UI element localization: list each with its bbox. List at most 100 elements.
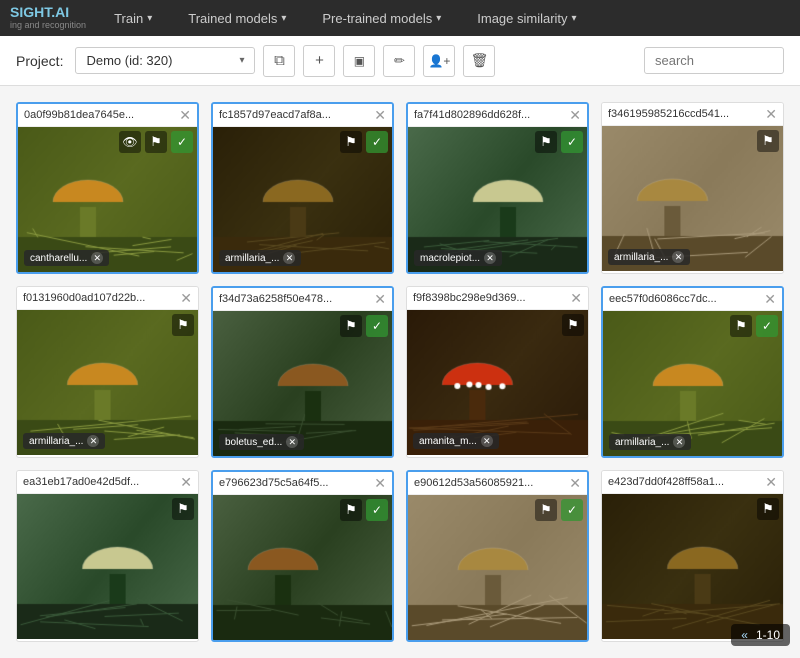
close-icon[interactable]: ✕ <box>569 476 581 490</box>
close-icon[interactable]: ✕ <box>374 476 386 490</box>
image-card: e796623d75c5a64f5...✕⚑✓ <box>211 470 394 642</box>
label-remove-icon[interactable]: ✕ <box>481 435 493 447</box>
label-text: armillaria_... <box>225 253 279 264</box>
image-card: eec57f0d6086cc7dc...✕ ⚑✓ armillaria_...✕ <box>601 286 784 458</box>
card-overlay-icons: ⚑ <box>562 314 584 336</box>
card-label: cantharellu...✕ <box>24 250 109 266</box>
card-overlay-icons: ⚑✓ <box>730 315 778 337</box>
image-card-body: ⚑✓ <box>213 495 392 640</box>
flag-icon[interactable]: ⚑ <box>757 498 779 520</box>
image-card: fc1857d97eacd7af8a... ✕ ⚑✓ armillaria_... ✕ <box>211 102 394 274</box>
close-icon[interactable]: ✕ <box>570 291 582 305</box>
flag-icon[interactable]: ⚑ <box>340 499 362 521</box>
project-dropdown[interactable]: Demo (id: 320) ▾ <box>75 47 255 74</box>
close-icon[interactable]: ✕ <box>179 108 191 122</box>
image-filename: e90612d53a56085921... <box>414 477 533 489</box>
close-icon[interactable]: ✕ <box>374 108 386 122</box>
image-card-header: f9f8398bc298e9d369...✕ <box>407 287 588 310</box>
close-icon[interactable]: ✕ <box>765 475 777 489</box>
flag-icon[interactable]: ⚑ <box>757 130 779 152</box>
card-overlay-icons: ⚑ <box>172 314 194 336</box>
image-card: 0a0f99b81dea7645e...✕👁⚑✓cantharellu...✕ <box>16 102 199 274</box>
project-bar: Project: Demo (id: 320) ▾ ⧉ + ▣ ✏ 👤+ 🗑 <box>0 36 800 86</box>
label-text: boletus_ed... <box>225 437 282 448</box>
nav-image-similarity[interactable]: Image similarity ▾ <box>469 7 584 30</box>
flag-icon[interactable]: ⚑ <box>562 314 584 336</box>
card-overlay-icons: ⚑✓ <box>535 131 583 153</box>
image-filename: fc1857d97eacd7af8a... <box>219 109 331 121</box>
image-filename: e423d7dd0f428ff58a1... <box>608 476 724 488</box>
card-overlay-icons: ⚑ <box>757 498 779 520</box>
close-icon[interactable]: ✕ <box>764 292 776 306</box>
card-label: armillaria_...✕ <box>608 249 690 265</box>
user-add-button[interactable]: 👤+ <box>423 45 455 77</box>
image-filename: f346195985216ccd541... <box>608 108 729 120</box>
chevron-down-icon: ▾ <box>572 13 577 24</box>
check-icon: ✓ <box>756 315 778 337</box>
label-remove-icon[interactable]: ✕ <box>286 436 298 448</box>
mushroom-image <box>602 494 783 639</box>
image-card: f0131960d0ad107d22b...✕⚑armillaria_...✕ <box>16 286 199 458</box>
add-button[interactable]: + <box>303 45 335 77</box>
project-label: Project: <box>16 53 63 69</box>
label-remove-icon[interactable]: ✕ <box>673 436 685 448</box>
card-overlay-icons: ⚑✓ <box>535 499 583 521</box>
close-icon[interactable]: ✕ <box>374 292 386 306</box>
nav-trained-models[interactable]: Trained models ▾ <box>180 7 294 30</box>
close-icon[interactable]: ✕ <box>765 107 777 121</box>
image-card: e90612d53a56085921... ✕ ⚑✓ <box>406 470 589 642</box>
search-input[interactable] <box>644 47 784 74</box>
logo-name: SIGHT.AI <box>10 5 86 20</box>
card-overlay-icons: ⚑ <box>172 498 194 520</box>
flag-icon[interactable]: ⚑ <box>535 499 557 521</box>
chevron-down-icon: ▾ <box>436 13 441 24</box>
label-remove-icon[interactable]: ✕ <box>91 252 103 264</box>
image-card-body: ⚑ armillaria_...✕ <box>602 126 783 271</box>
flag-icon[interactable]: ⚑ <box>172 314 194 336</box>
eye-icon[interactable]: 👁 <box>119 131 141 153</box>
top-navigation: SIGHT.AI ing and recognition Train ▾ Tra… <box>0 0 800 36</box>
label-remove-icon[interactable]: ✕ <box>283 252 295 264</box>
card-label: armillaria_...✕ <box>23 433 105 449</box>
flag-icon[interactable]: ⚑ <box>730 315 752 337</box>
nav-pretrained-models[interactable]: Pre-trained models ▾ <box>314 7 449 30</box>
edit-button[interactable]: ✏ <box>383 45 415 77</box>
flag-icon[interactable]: ⚑ <box>145 131 167 153</box>
label-remove-icon[interactable]: ✕ <box>87 435 99 447</box>
delete-button[interactable]: 🗑 <box>463 45 495 77</box>
image-card-body: ⚑✓ macrolepiot... ✕ <box>408 127 587 272</box>
flag-icon[interactable]: ⚑ <box>340 315 362 337</box>
flag-icon[interactable]: ⚑ <box>340 131 362 153</box>
close-icon[interactable]: ✕ <box>569 108 581 122</box>
image-card: f346195985216ccd541... ✕ ⚑ armillaria_...✕ <box>601 102 784 274</box>
check-icon: ✓ <box>561 499 583 521</box>
image-filename: ea31eb17ad0e42d5df... <box>23 476 139 488</box>
image-card-body: ⚑✓ armillaria_... ✕ <box>213 127 392 272</box>
card-label: boletus_ed... ✕ <box>219 434 304 450</box>
image-card-header: e423d7dd0f428ff58a1... ✕ <box>602 471 783 494</box>
label-text: macrolepiot... <box>420 253 480 264</box>
close-icon[interactable]: ✕ <box>180 475 192 489</box>
pagination: « 1-10 <box>731 624 790 646</box>
flag-icon[interactable]: ⚑ <box>172 498 194 520</box>
check-icon: ✓ <box>366 131 388 153</box>
image-card-body: ⚑✓ armillaria_...✕ <box>603 311 782 456</box>
label-remove-icon[interactable]: ✕ <box>484 252 496 264</box>
close-icon[interactable]: ✕ <box>180 291 192 305</box>
nav-train[interactable]: Train ▾ <box>106 7 160 30</box>
image-card-header: fa7f41d802896dd628f... ✕ <box>408 104 587 127</box>
label-remove-icon[interactable]: ✕ <box>672 251 684 263</box>
card-label: armillaria_...✕ <box>609 434 691 450</box>
flag-icon[interactable]: ⚑ <box>535 131 557 153</box>
logo: SIGHT.AI ing and recognition <box>10 5 86 30</box>
image-card-header: eec57f0d6086cc7dc...✕ <box>603 288 782 311</box>
image-card-header: f346195985216ccd541... ✕ <box>602 103 783 126</box>
layers-button[interactable]: ▣ <box>343 45 375 77</box>
card-overlay-icons: 👁⚑✓ <box>119 131 193 153</box>
copy-button[interactable]: ⧉ <box>263 45 295 77</box>
card-overlay-icons: ⚑✓ <box>340 131 388 153</box>
prev-page-button[interactable]: « <box>741 628 748 642</box>
card-label: armillaria_... ✕ <box>219 250 301 266</box>
image-filename: fa7f41d802896dd628f... <box>414 109 530 121</box>
image-filename: f34d73a6258f50e478... <box>219 293 332 305</box>
